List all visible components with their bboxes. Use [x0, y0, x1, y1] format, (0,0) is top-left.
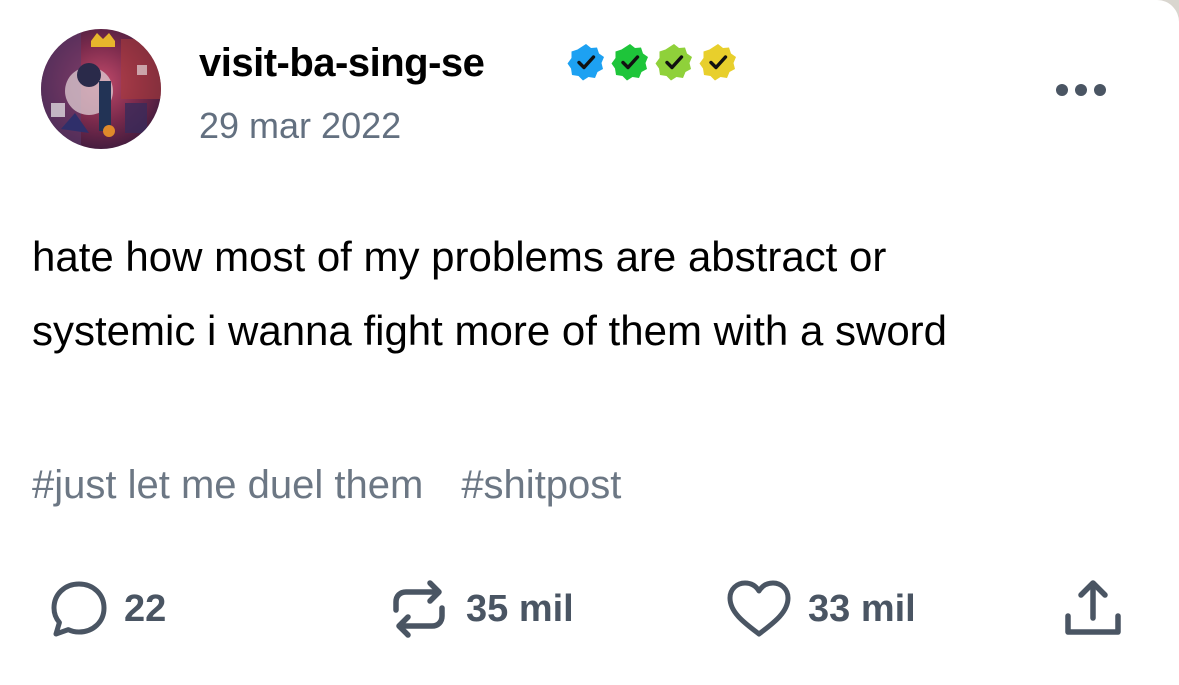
avatar[interactable]: [41, 29, 161, 149]
comment-icon: [51, 581, 107, 637]
reblog-icon: [393, 580, 445, 638]
post-body-line: systemic i wanna fight more of them with…: [32, 307, 948, 354]
more-options-button[interactable]: [1048, 72, 1118, 108]
post-body-line: hate how most of my problems are abstrac…: [32, 233, 887, 280]
tag-list: #just let me duel them #shitpost: [32, 460, 621, 510]
tag-shitpost[interactable]: #shitpost: [461, 460, 621, 510]
post-body: hate how most of my problems are abstrac…: [32, 220, 1152, 368]
verified-badge-lime-icon: [655, 44, 692, 81]
username[interactable]: visit-ba-sing-se: [199, 38, 485, 88]
post-date: 29 mar 2022: [199, 105, 402, 146]
ellipsis-icon: [1056, 84, 1106, 96]
like-count: 33 mil: [808, 587, 916, 630]
reply-count: 22: [124, 587, 167, 630]
verified-badge-yellow-icon: [699, 44, 736, 81]
reblog-count: 35 mil: [466, 587, 574, 630]
reblog-button[interactable]: 35 mil: [386, 576, 574, 642]
like-button[interactable]: 33 mil: [724, 576, 916, 642]
share-icon: [1065, 580, 1121, 635]
card-corner: [1157, 0, 1179, 22]
post-card: visit-ba-sing-se 29 mar 2022 hate how mo…: [0, 0, 1179, 685]
verified-badge-green-icon: [611, 44, 648, 81]
heart-icon: [727, 580, 791, 637]
verified-badge-blue-icon: [567, 44, 604, 81]
share-button[interactable]: [1060, 576, 1126, 642]
tag-just-let-me-duel-them[interactable]: #just let me duel them: [32, 460, 423, 510]
reply-button[interactable]: 22: [48, 576, 166, 642]
badge-group: [566, 42, 738, 82]
